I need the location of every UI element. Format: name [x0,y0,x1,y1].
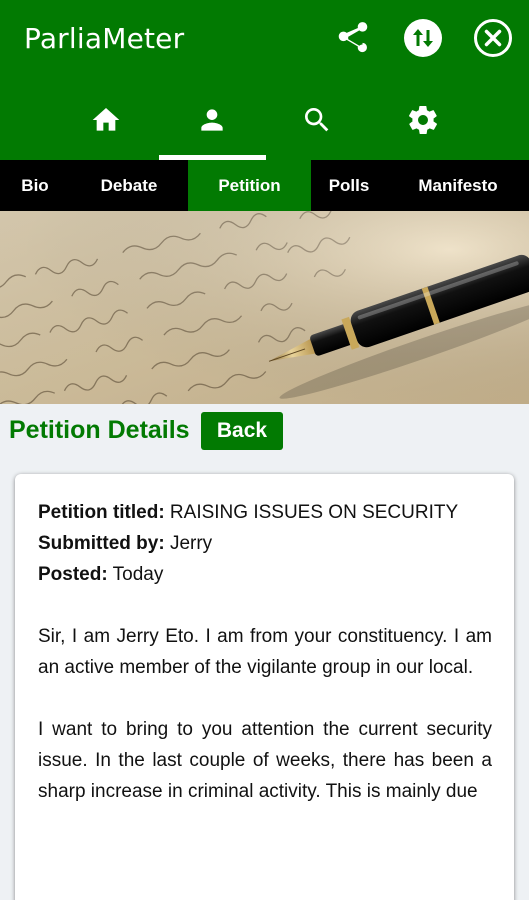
submitted-by-label: Submitted by: [38,533,165,554]
tab-polls[interactable]: Polls [311,160,387,211]
tab-petition[interactable]: Petition [188,160,311,211]
posted-value: Today [107,564,164,585]
hero-image [0,211,529,404]
page-title: Petition Details [9,416,190,444]
app-title: ParliaMeter [24,22,185,55]
search-icon[interactable] [295,98,339,142]
settings-icon[interactable] [401,98,445,142]
petition-paragraph: Sir, I am Jerry Eto. I am from your cons… [38,626,492,678]
swap-vertical-icon[interactable] [403,18,443,58]
close-icon[interactable] [473,18,513,58]
petition-card: Petition titled: RAISING ISSUES ON SECUR… [15,474,514,900]
submitted-by-value: Jerry [164,533,213,554]
person-icon[interactable] [190,98,234,142]
app-bar: ParliaMeter [0,0,529,160]
petition-title-label: Petition titled: [38,502,165,523]
tab-bar: Bio Debate Petition Polls Manifesto [0,160,529,211]
posted-label: Posted: [38,564,108,585]
share-icon[interactable] [333,18,373,58]
posted-line: Posted: Today [38,559,492,590]
petition-content: Petition titled: RAISING ISSUES ON SECUR… [38,497,492,807]
submitted-by-line: Submitted by: Jerry [38,528,492,559]
tab-manifesto[interactable]: Manifesto [387,160,529,211]
petition-paragraph: I want to bring to you attention the cur… [38,719,492,802]
petition-title-line: Petition titled: RAISING ISSUES ON SECUR… [38,497,492,528]
tab-bio[interactable]: Bio [0,160,70,211]
petition-title-value: RAISING ISSUES ON SECURITY [164,502,459,523]
home-icon[interactable] [84,98,128,142]
back-button[interactable]: Back [201,412,283,450]
tab-debate[interactable]: Debate [70,160,188,211]
